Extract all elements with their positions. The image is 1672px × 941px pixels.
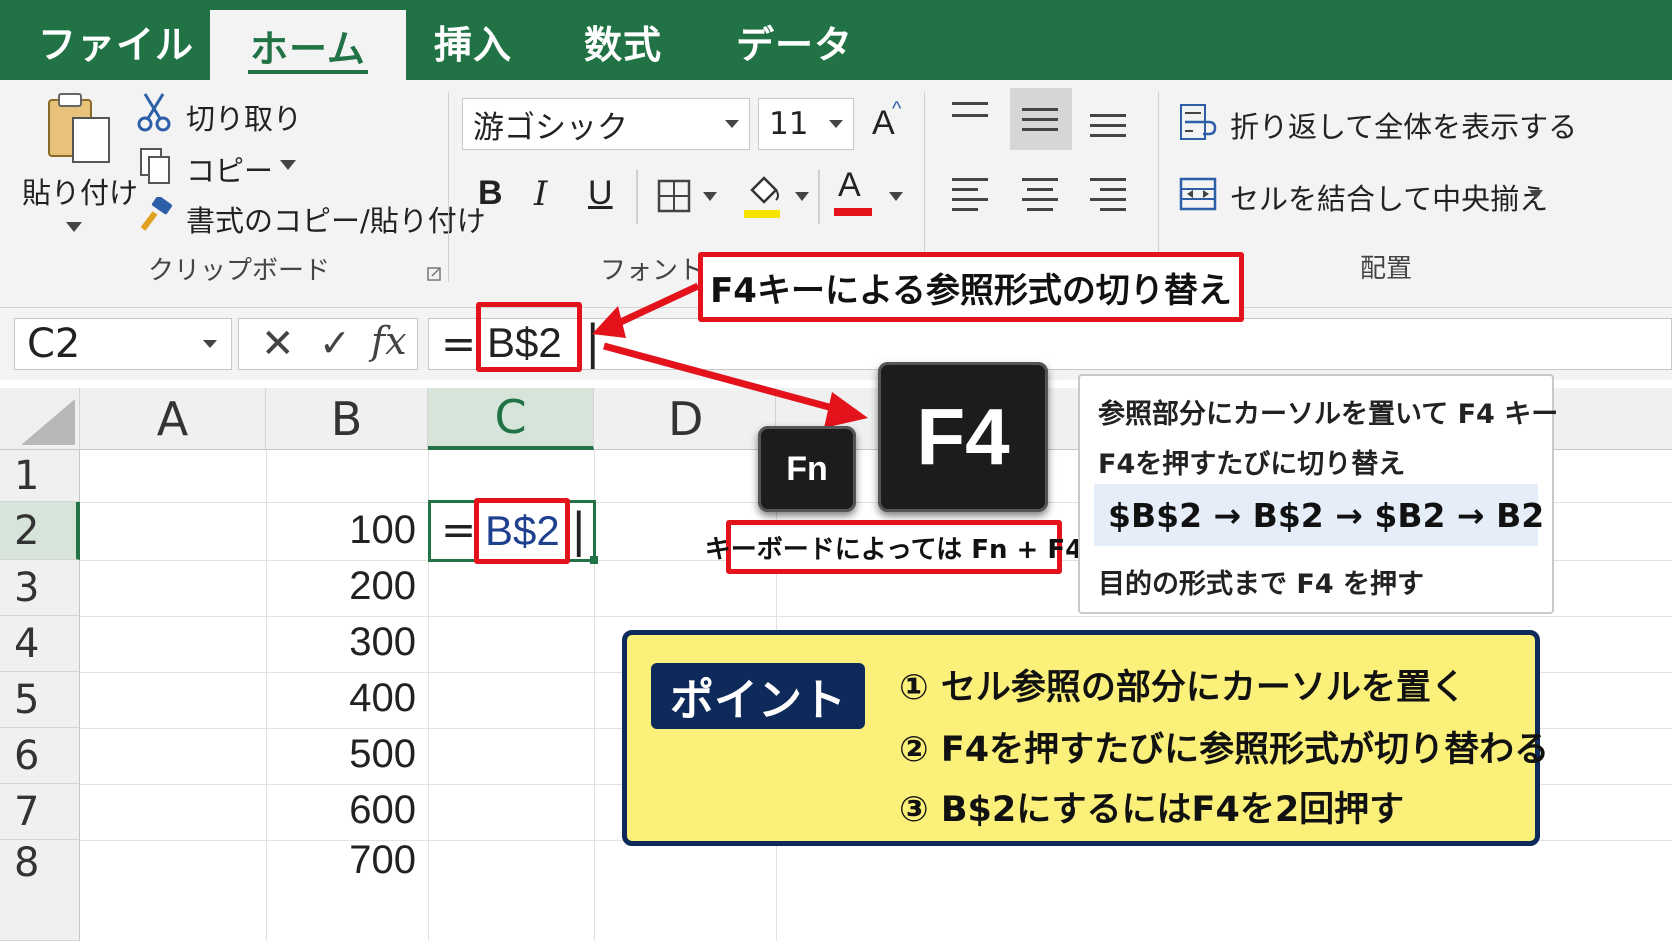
point-item-3: ③ B$2にするにはF4を2回押す (899, 790, 1405, 830)
point-item-1: ① セル参照の部分にカーソルを置く (899, 668, 1466, 708)
keyboard-note: キーボードによっては Fn + F4 (705, 520, 1083, 574)
info-panel: 参照部分にカーソルを置いて F4 キー F4を押すたびに切り替え $B$2 → … (1078, 374, 1558, 614)
point-box: ポイント ① セル参照の部分にカーソルを置く ② F4を押すたびに参照形式が切り… (622, 630, 1549, 846)
info-line-3: 目的の形式まで F4 を押す (1098, 569, 1425, 600)
arrow-head-icon (592, 306, 626, 338)
point-badge: ポイント (651, 663, 865, 729)
reference-sequence: $B$2 → B$2 → $B2 → B2 (1094, 484, 1544, 546)
f4-key-icon: F4 (878, 362, 1048, 512)
info-line-1: 参照部分にカーソルを置いて F4 キー (1098, 399, 1559, 430)
arrow-head-icon (824, 392, 868, 428)
arrow-to-key (603, 342, 841, 414)
info-line-2: F4を押すたびに切り替え (1098, 449, 1406, 480)
point-item-2: ② F4を押すたびに参照形式が切り替わる (899, 730, 1550, 770)
arrow-to-formula (610, 282, 700, 330)
fn-key-icon: Fn (758, 426, 856, 512)
